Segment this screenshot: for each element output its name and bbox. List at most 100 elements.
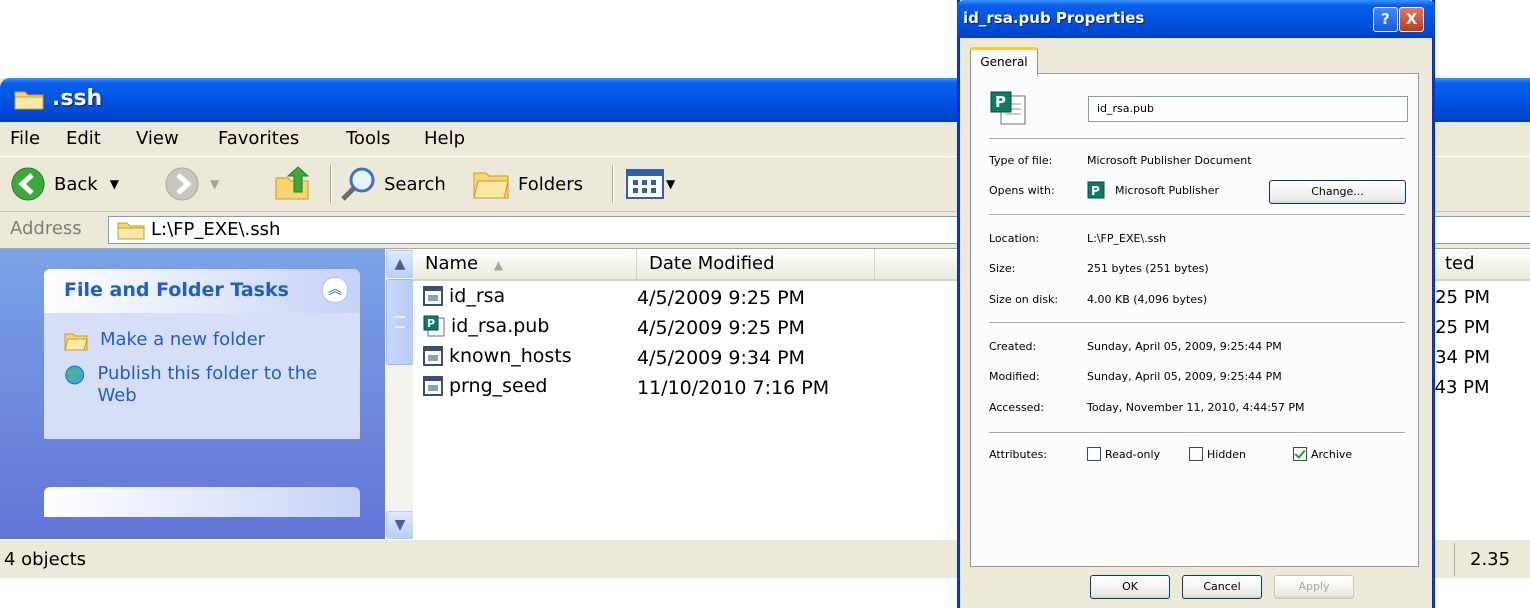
- help-button[interactable]: ?: [1373, 7, 1398, 32]
- size-on-disk-label: Size on disk:: [989, 293, 1059, 306]
- task-make-folder[interactable]: Make a new folder: [64, 329, 265, 351]
- file-name: id_rsa: [449, 285, 506, 307]
- search-label: Search: [384, 173, 446, 195]
- publisher-app-icon: P: [1087, 181, 1105, 203]
- readonly-label: Read-only: [1105, 447, 1161, 461]
- menu-edit[interactable]: Edit: [66, 128, 101, 149]
- file-name: id_rsa.pub: [451, 315, 550, 337]
- forward-dropdown-icon[interactable]: ▼: [210, 177, 219, 191]
- scroll-thumb[interactable]: [386, 279, 414, 365]
- folder-icon: [117, 222, 145, 240]
- menu-view[interactable]: View: [136, 128, 179, 149]
- new-folder-icon: [64, 333, 88, 351]
- filename-input[interactable]: id_rsa.pub: [1088, 96, 1408, 122]
- opens-with-value: Microsoft Publisher: [1115, 184, 1220, 197]
- file-date-modified: 4/5/2009 9:25 PM: [637, 317, 805, 339]
- column-date-modified[interactable]: Date Modified: [637, 249, 875, 279]
- hidden-checkbox[interactable]: Hidden: [1189, 447, 1246, 461]
- folders-button[interactable]: Folders: [472, 164, 583, 204]
- back-button[interactable]: Back ▼: [10, 164, 119, 204]
- dialog-titlebar[interactable]: id_rsa.pub Properties ? X: [957, 0, 1435, 38]
- up-folder-icon: [275, 166, 310, 200]
- opens-with-label: Opens with:: [989, 184, 1055, 197]
- publisher-document-icon: P: [989, 90, 1029, 130]
- location-label: Location:: [989, 232, 1040, 245]
- file-name: prng_seed: [449, 375, 548, 397]
- dialog-title: id_rsa.pub Properties: [963, 9, 1145, 27]
- column-date-created-label: ted: [1445, 253, 1475, 274]
- checkbox-checked-icon[interactable]: [1293, 447, 1307, 461]
- address-path: L:\FP_EXE\.ssh: [151, 219, 281, 240]
- modified-value: Sunday, April 05, 2009, 9:25:44 PM: [1087, 370, 1282, 383]
- menu-file[interactable]: File: [10, 128, 40, 149]
- properties-dialog: id_rsa.pub Properties ? X General P id_r…: [957, 0, 1435, 608]
- hidden-label: Hidden: [1207, 447, 1247, 461]
- file-date-created: :25 PM: [1429, 287, 1491, 308]
- close-button[interactable]: X: [1399, 7, 1424, 32]
- size-label: Size:: [989, 262, 1016, 275]
- back-arrow-icon: [11, 167, 45, 201]
- created-label: Created:: [989, 340, 1037, 353]
- svg-text:P: P: [995, 93, 1006, 111]
- task-make-folder-label: Make a new folder: [100, 329, 266, 350]
- status-size: 2.35: [1470, 549, 1511, 570]
- task-publish-web[interactable]: Publish this folder to the Web: [64, 363, 334, 407]
- menu-tools[interactable]: Tools: [346, 128, 390, 149]
- sort-ascending-icon: ▲: [493, 258, 504, 272]
- general-tab-panel: P id_rsa.pub Type of file: Microsoft Pub…: [970, 73, 1419, 567]
- column-date-modified-label: Date Modified: [649, 253, 775, 274]
- search-button[interactable]: Search: [340, 164, 446, 204]
- status-object-count: 4 objects: [4, 549, 87, 570]
- tasks-header[interactable]: File and Folder Tasks ︽: [44, 269, 360, 313]
- folders-label: Folders: [518, 173, 584, 195]
- accessed-label: Accessed:: [989, 401, 1045, 414]
- task-publish-web-label: Publish this folder to the Web: [97, 363, 318, 406]
- file-date-created: :34 PM: [1429, 347, 1491, 368]
- generic-file-icon: [423, 286, 443, 306]
- file-date-modified: 11/10/2010 7:16 PM: [637, 377, 830, 399]
- vertical-scrollbar[interactable]: ▲ ▼: [385, 249, 414, 539]
- scroll-up-icon[interactable]: ▲: [386, 250, 414, 278]
- views-dropdown-icon[interactable]: ▼: [666, 177, 675, 191]
- file-folder-tasks-panel: File and Folder Tasks ︽ Make a new folde…: [44, 269, 360, 439]
- column-name[interactable]: Name ▲: [413, 249, 637, 279]
- size-on-disk-value: 4.00 KB (4,096 bytes): [1087, 293, 1208, 306]
- collapse-chevron-icon[interactable]: ︽: [322, 277, 348, 303]
- ok-button[interactable]: OK: [1090, 575, 1170, 599]
- accessed-value: Today, November 11, 2010, 4:44:57 PM: [1087, 401, 1305, 414]
- up-folder-button[interactable]: [272, 164, 312, 204]
- modified-label: Modified:: [989, 370, 1040, 383]
- views-icon: [626, 169, 664, 199]
- checkbox-box[interactable]: [1189, 447, 1203, 461]
- menu-help[interactable]: Help: [424, 128, 465, 149]
- file-date-modified: 4/5/2009 9:34 PM: [637, 347, 805, 369]
- change-button[interactable]: Change...: [1269, 180, 1406, 204]
- readonly-checkbox[interactable]: Read-only: [1087, 447, 1160, 461]
- apply-button[interactable]: Apply: [1274, 575, 1354, 599]
- type-label: Type of file:: [989, 154, 1053, 167]
- other-places-header[interactable]: [44, 487, 360, 517]
- publish-web-icon: [65, 365, 85, 385]
- scroll-down-icon[interactable]: ▼: [386, 511, 414, 539]
- tab-general[interactable]: General: [970, 47, 1038, 76]
- back-label: Back: [54, 173, 98, 195]
- type-value: Microsoft Publisher Document: [1087, 154, 1252, 167]
- cancel-button[interactable]: Cancel: [1182, 575, 1262, 599]
- address-label: Address: [10, 218, 82, 239]
- tasks-body: Make a new folder Publish this folder to…: [44, 313, 360, 439]
- publisher-file-icon: P: [423, 315, 445, 337]
- location-value: L:\FP_EXE\.ssh: [1087, 232, 1167, 245]
- file-name: known_hosts: [449, 345, 572, 367]
- size-value: 251 bytes (251 bytes): [1087, 262, 1209, 275]
- archive-checkbox[interactable]: Archive: [1293, 447, 1352, 461]
- column-name-label: Name: [425, 253, 479, 274]
- forward-button[interactable]: ▼: [164, 164, 219, 204]
- back-dropdown-icon[interactable]: ▼: [110, 177, 119, 191]
- checkbox-box[interactable]: [1087, 447, 1101, 461]
- explorer-title: .ssh: [52, 86, 103, 111]
- menu-favorites[interactable]: Favorites: [218, 128, 299, 149]
- forward-arrow-icon: [165, 167, 199, 201]
- file-date-modified: 4/5/2009 9:25 PM: [637, 287, 805, 309]
- attributes-label: Attributes:: [989, 448, 1048, 461]
- views-button[interactable]: ▼: [626, 164, 675, 204]
